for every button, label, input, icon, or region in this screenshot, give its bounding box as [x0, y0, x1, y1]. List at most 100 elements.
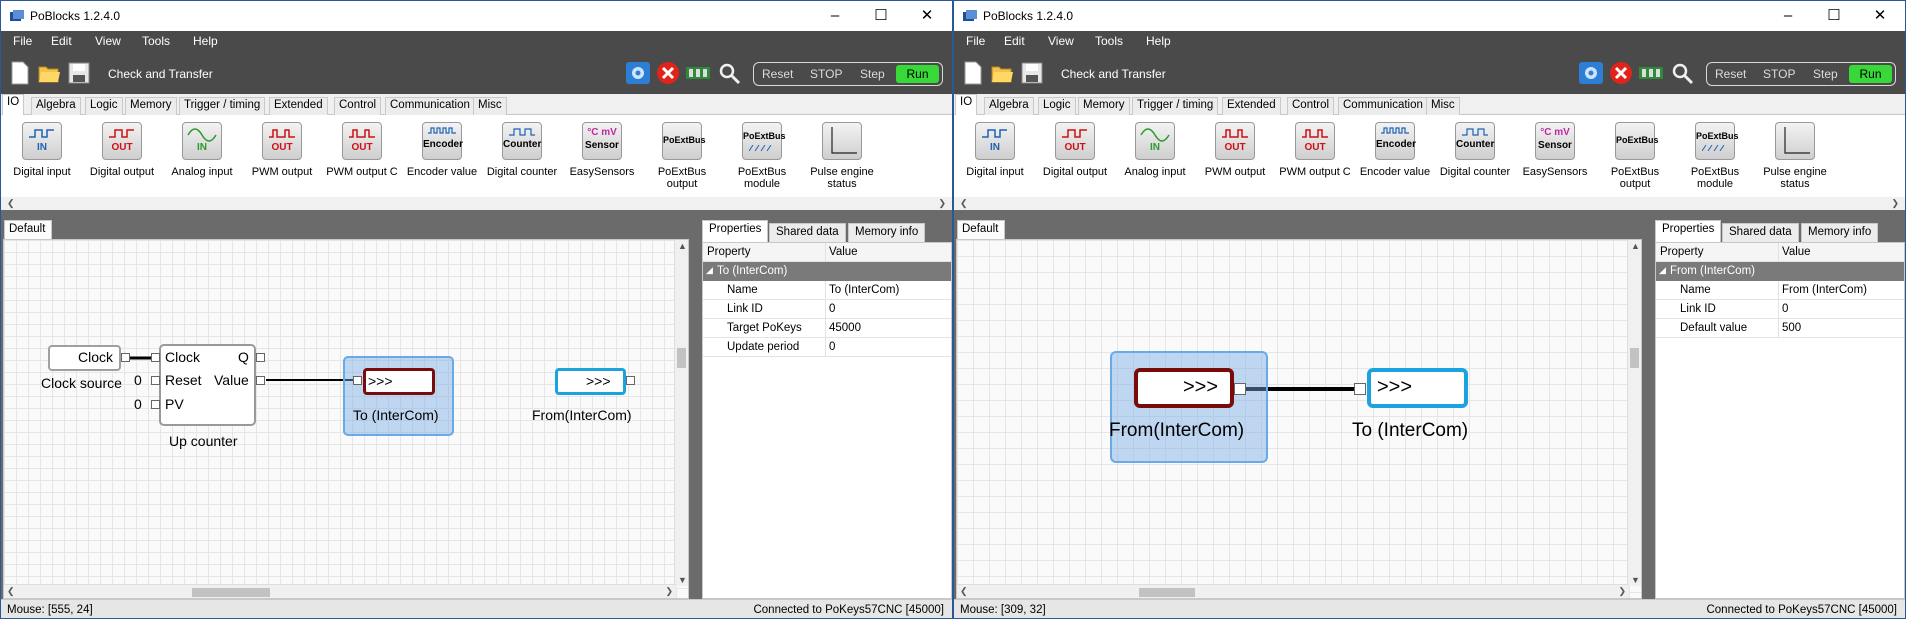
- stop-button[interactable]: STOP: [810, 67, 842, 81]
- tab-memory[interactable]: Memory: [125, 97, 177, 115]
- step-button[interactable]: Step: [860, 67, 885, 81]
- tab-trigger-timing[interactable]: Trigger / timing: [179, 97, 266, 115]
- palette-analog-input[interactable]: IN Analog input: [162, 122, 242, 178]
- chevron-right-icon[interactable]: ❯: [1618, 586, 1626, 597]
- palette-pulse-engine-status[interactable]: Pulse engine status: [1755, 122, 1835, 190]
- palette-analog-input[interactable]: IN Analog input: [1115, 122, 1195, 178]
- tab-algebra[interactable]: Algebra: [31, 97, 81, 115]
- chevron-left-icon[interactable]: ❮: [7, 198, 15, 209]
- maximize-button[interactable]: ☐: [1811, 1, 1857, 31]
- tab-shared-data[interactable]: Shared data: [1722, 223, 1799, 242]
- open-folder-icon[interactable]: [991, 61, 1013, 85]
- palette-digital-counter[interactable]: Counter Digital counter: [482, 122, 562, 178]
- vertical-scroll-thumb[interactable]: [677, 348, 686, 368]
- reset-button[interactable]: Reset: [1715, 67, 1746, 81]
- block-canvas[interactable]: >>> From(InterCom) >>> To (InterCom) ▲ ▼…: [956, 239, 1642, 599]
- canvas-vertical-scrollbar[interactable]: ▲ ▼: [674, 240, 688, 586]
- palette-poextbus-module[interactable]: PoExtBus PoExtBus module: [722, 122, 802, 190]
- collapse-icon[interactable]: ◢: [706, 265, 713, 276]
- chevron-right-icon[interactable]: ❯: [938, 198, 946, 209]
- splitter[interactable]: [1, 210, 952, 218]
- tab-memory[interactable]: Memory: [1078, 97, 1130, 115]
- tab-properties[interactable]: Properties: [1655, 220, 1722, 242]
- palette-digital-counter[interactable]: Counter Digital counter: [1435, 122, 1515, 178]
- tab-misc[interactable]: Misc: [1426, 97, 1460, 115]
- vertical-scroll-thumb[interactable]: [1630, 348, 1639, 368]
- tab-control[interactable]: Control: [1287, 97, 1335, 115]
- to-intercom-input-port[interactable]: [1354, 383, 1366, 395]
- tab-extended[interactable]: Extended: [1222, 97, 1281, 115]
- chevron-right-icon[interactable]: ❯: [665, 586, 673, 597]
- properties-group[interactable]: ◢ To (InterCom): [703, 262, 951, 281]
- close-button[interactable]: ✕: [904, 1, 950, 31]
- tab-logic[interactable]: Logic: [1038, 97, 1076, 115]
- menu-view[interactable]: View: [95, 34, 121, 48]
- new-file-icon[interactable]: [9, 61, 31, 85]
- palette-pwm-output-c[interactable]: OUT PWM output C: [322, 122, 402, 178]
- palette-pwm-output[interactable]: OUT PWM output: [1195, 122, 1275, 178]
- palette-pwm-output-c[interactable]: OUT PWM output C: [1275, 122, 1355, 178]
- horizontal-scroll-thumb[interactable]: [192, 588, 270, 597]
- tab-communication[interactable]: Communication: [1338, 97, 1428, 115]
- minimize-button[interactable]: –: [1765, 1, 1811, 31]
- palette-digital-input[interactable]: IN Digital input: [2, 122, 82, 178]
- property-row[interactable]: Link ID 0: [703, 300, 951, 319]
- counter-clock-port[interactable]: [151, 353, 160, 362]
- property-row[interactable]: Name From (InterCom): [1656, 281, 1904, 300]
- palette-encoder-value[interactable]: Encoder Encoder value: [402, 122, 482, 178]
- counter-q-port[interactable]: [256, 353, 265, 362]
- reset-button[interactable]: Reset: [762, 67, 793, 81]
- property-row[interactable]: Default value 500: [1656, 319, 1904, 338]
- properties-group[interactable]: ◢ From (InterCom): [1656, 262, 1904, 281]
- stop-button[interactable]: STOP: [1763, 67, 1795, 81]
- menu-tools[interactable]: Tools: [1095, 34, 1123, 48]
- save-icon[interactable]: [1021, 61, 1043, 85]
- run-button[interactable]: Run: [896, 65, 939, 83]
- counter-value-port[interactable]: [256, 376, 265, 385]
- run-button[interactable]: Run: [1849, 65, 1892, 83]
- minimize-button[interactable]: –: [812, 1, 858, 31]
- tab-logic[interactable]: Logic: [85, 97, 123, 115]
- tab-misc[interactable]: Misc: [473, 97, 507, 115]
- chevron-up-icon[interactable]: ▲: [678, 241, 687, 251]
- canvas-horizontal-scrollbar[interactable]: ❮ ❯: [957, 584, 1629, 598]
- palette-scrollbar[interactable]: ❮ ❯: [954, 197, 1905, 210]
- canvas-tab-default[interactable]: Default: [4, 220, 52, 239]
- canvas-horizontal-scrollbar[interactable]: ❮ ❯: [4, 584, 676, 598]
- palette-pwm-output[interactable]: OUT PWM output: [242, 122, 322, 178]
- tab-trigger-timing[interactable]: Trigger / timing: [1132, 97, 1219, 115]
- property-row[interactable]: Name To (InterCom): [703, 281, 951, 300]
- chevron-left-icon[interactable]: ❮: [960, 198, 968, 209]
- counter-reset-port[interactable]: [151, 376, 160, 385]
- collapse-icon[interactable]: ◢: [1659, 265, 1666, 276]
- pv-constant[interactable]: 0: [134, 396, 142, 412]
- save-icon[interactable]: [68, 61, 90, 85]
- splitter[interactable]: [954, 210, 1905, 218]
- chevron-left-icon[interactable]: ❮: [7, 586, 15, 597]
- palette-poextbus-output[interactable]: PoExtBus PoExtBus output: [1595, 122, 1675, 190]
- property-row[interactable]: Target PoKeys 45000: [703, 319, 951, 338]
- chevron-up-icon[interactable]: ▲: [1631, 241, 1640, 251]
- check-and-transfer-label[interactable]: Check and Transfer: [1061, 67, 1166, 81]
- tab-memory-info[interactable]: Memory info: [1801, 223, 1879, 242]
- menu-file[interactable]: File: [13, 34, 32, 48]
- maximize-button[interactable]: ☐: [858, 1, 904, 31]
- from-intercom-output-port[interactable]: [626, 376, 635, 385]
- settings-icon[interactable]: [1578, 61, 1604, 85]
- stop-red-icon[interactable]: [655, 61, 681, 85]
- tab-io[interactable]: IO: [955, 94, 978, 116]
- to-intercom-input-port[interactable]: [353, 376, 362, 385]
- palette-encoder-value[interactable]: Encoder Encoder value: [1355, 122, 1435, 178]
- tab-control[interactable]: Control: [334, 97, 382, 115]
- tab-shared-data[interactable]: Shared data: [769, 223, 846, 242]
- check-and-transfer-label[interactable]: Check and Transfer: [108, 67, 213, 81]
- tab-memory-info[interactable]: Memory info: [848, 223, 926, 242]
- tab-properties[interactable]: Properties: [702, 220, 769, 242]
- palette-pulse-engine-status[interactable]: Pulse engine status: [802, 122, 882, 190]
- search-icon[interactable]: [1670, 61, 1696, 85]
- menu-help[interactable]: Help: [193, 34, 218, 48]
- reset-constant[interactable]: 0: [134, 372, 142, 388]
- property-row[interactable]: Link ID 0: [1656, 300, 1904, 319]
- device-icon[interactable]: [1638, 61, 1664, 85]
- chevron-down-icon[interactable]: ▼: [1631, 575, 1640, 585]
